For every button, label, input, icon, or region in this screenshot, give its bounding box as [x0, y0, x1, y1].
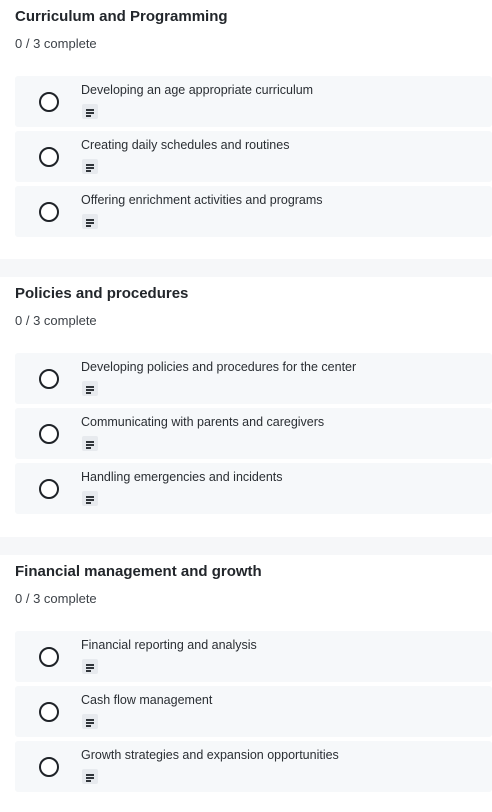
section-progress: 0 / 3 complete — [15, 313, 97, 328]
notes-icon[interactable] — [82, 491, 98, 506]
section-progress: 0 / 3 complete — [15, 36, 97, 51]
checkbox-circle-icon[interactable] — [39, 757, 59, 777]
section-divider — [0, 537, 492, 555]
item-label: Developing policies and procedures for t… — [81, 360, 357, 374]
section-divider — [0, 259, 492, 277]
checklist-item[interactable]: Offering enrichment activities and progr… — [15, 186, 492, 237]
section-title: Financial management and growth — [15, 563, 262, 580]
section-progress: 0 / 3 complete — [15, 591, 97, 606]
checklist-item[interactable]: Handling emergencies and incidents — [15, 463, 492, 514]
notes-icon[interactable] — [82, 769, 98, 784]
item-label: Offering enrichment activities and progr… — [81, 193, 323, 207]
checkbox-circle-icon[interactable] — [39, 369, 59, 389]
checklist-item[interactable]: Developing policies and procedures for t… — [15, 353, 492, 404]
checklist-item[interactable]: Creating daily schedules and routines — [15, 131, 492, 182]
notes-icon[interactable] — [82, 381, 98, 396]
item-label: Creating daily schedules and routines — [81, 138, 290, 152]
notes-icon[interactable] — [82, 659, 98, 674]
item-label: Developing an age appropriate curriculum — [81, 83, 314, 97]
checklist-page: Curriculum and Programming 0 / 3 complet… — [0, 0, 492, 812]
notes-icon[interactable] — [82, 214, 98, 229]
checkbox-circle-icon[interactable] — [39, 479, 59, 499]
item-label: Communicating with parents and caregiver… — [81, 415, 325, 429]
checklist-item[interactable]: Growth strategies and expansion opportun… — [15, 741, 492, 792]
checkbox-circle-icon[interactable] — [39, 147, 59, 167]
checkbox-circle-icon[interactable] — [39, 202, 59, 222]
notes-icon[interactable] — [82, 714, 98, 729]
section-financial: Financial management and growth 0 / 3 co… — [0, 555, 492, 812]
checkbox-circle-icon[interactable] — [39, 647, 59, 667]
checklist-item[interactable]: Communicating with parents and caregiver… — [15, 408, 492, 459]
section-curriculum: Curriculum and Programming 0 / 3 complet… — [0, 0, 492, 259]
checklist-item[interactable]: Cash flow management — [15, 686, 492, 737]
notes-icon[interactable] — [82, 436, 98, 451]
checklist-item[interactable]: Developing an age appropriate curriculum — [15, 76, 492, 127]
item-label: Growth strategies and expansion opportun… — [81, 748, 339, 762]
checkbox-circle-icon[interactable] — [39, 92, 59, 112]
item-label: Handling emergencies and incidents — [81, 470, 283, 484]
notes-icon[interactable] — [82, 104, 98, 119]
checkbox-circle-icon[interactable] — [39, 424, 59, 444]
section-title: Curriculum and Programming — [15, 8, 228, 25]
item-label: Cash flow management — [81, 693, 213, 707]
notes-icon[interactable] — [82, 159, 98, 174]
checklist-item[interactable]: Financial reporting and analysis — [15, 631, 492, 682]
section-policies: Policies and procedures 0 / 3 complete D… — [0, 277, 492, 536]
item-label: Financial reporting and analysis — [81, 638, 257, 652]
section-title: Policies and procedures — [15, 285, 189, 302]
checkbox-circle-icon[interactable] — [39, 702, 59, 722]
